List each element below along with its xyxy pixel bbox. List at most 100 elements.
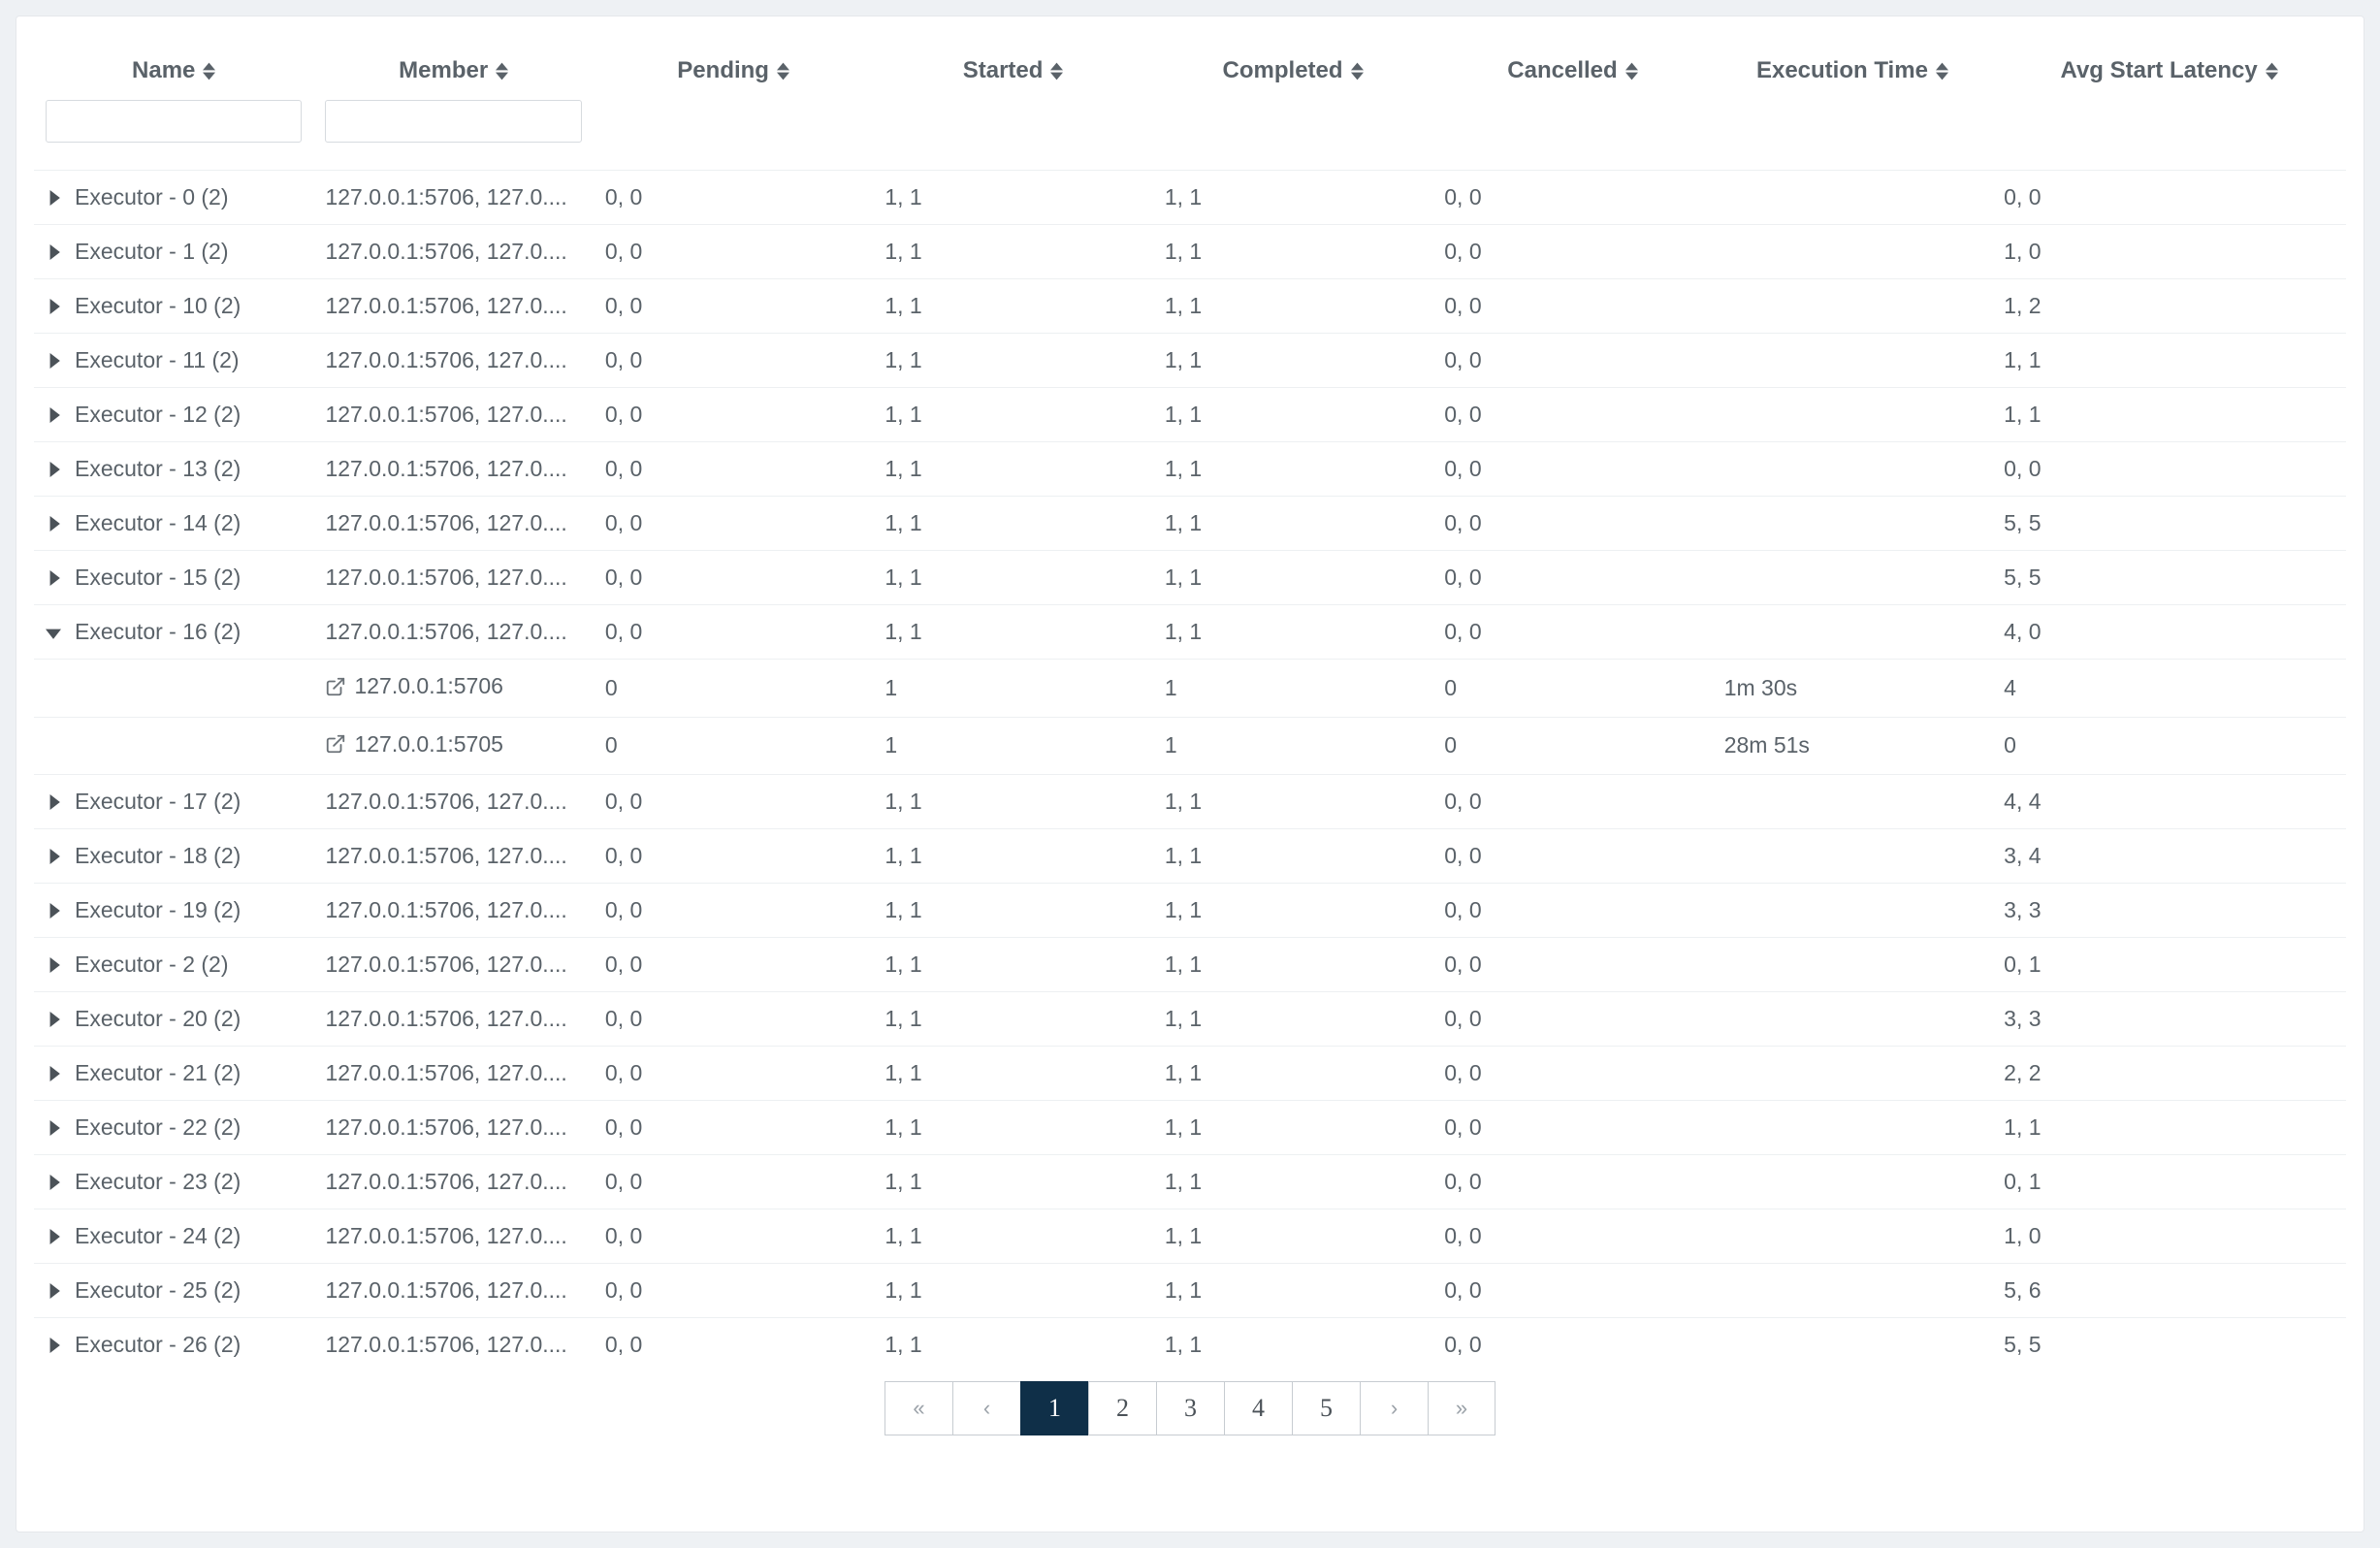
sort-icon bbox=[2266, 62, 2278, 81]
row-exec bbox=[1713, 1101, 1992, 1155]
row-member: 127.0.0.1:5706, 127.0.... bbox=[313, 1264, 593, 1318]
column-header-completed[interactable]: Completed bbox=[1153, 40, 1432, 94]
row-started: 1, 1 bbox=[873, 775, 1152, 829]
row-name: Executor - 22 (2) bbox=[75, 1114, 241, 1141]
row-latency: 3, 3 bbox=[1992, 992, 2346, 1047]
table-body: Executor - 0 (2)127.0.0.1:5706, 127.0...… bbox=[34, 171, 2346, 1372]
row-cancelled: 0, 0 bbox=[1432, 551, 1712, 605]
child-started: 1 bbox=[873, 660, 1152, 718]
row-started: 1, 1 bbox=[873, 1101, 1152, 1155]
row-cancelled: 0, 0 bbox=[1432, 829, 1712, 884]
column-header-member[interactable]: Member bbox=[313, 40, 593, 94]
caret-right-icon[interactable] bbox=[46, 849, 61, 864]
caret-right-icon[interactable] bbox=[46, 1283, 61, 1299]
column-header-pending[interactable]: Pending bbox=[594, 40, 873, 94]
table-row: Executor - 20 (2)127.0.0.1:5706, 127.0..… bbox=[34, 992, 2346, 1047]
member-link[interactable]: 127.0.0.1:5706 bbox=[325, 673, 502, 699]
row-latency: 1, 2 bbox=[1992, 279, 2346, 334]
row-pending: 0, 0 bbox=[594, 171, 873, 225]
table-row: Executor - 1 (2)127.0.0.1:5706, 127.0...… bbox=[34, 225, 2346, 279]
row-pending: 0, 0 bbox=[594, 938, 873, 992]
row-name: Executor - 21 (2) bbox=[75, 1060, 241, 1086]
table-row: Executor - 17 (2)127.0.0.1:5706, 127.0..… bbox=[34, 775, 2346, 829]
row-member: 127.0.0.1:5706, 127.0.... bbox=[313, 992, 593, 1047]
row-latency: 2, 2 bbox=[1992, 1047, 2346, 1101]
row-latency: 0, 1 bbox=[1992, 1155, 2346, 1209]
caret-right-icon[interactable] bbox=[46, 190, 61, 206]
column-header-exec[interactable]: Execution Time bbox=[1713, 40, 1992, 94]
caret-right-icon[interactable] bbox=[46, 570, 61, 586]
column-header-label: Name bbox=[132, 57, 195, 84]
external-link-icon bbox=[325, 733, 346, 755]
caret-right-icon[interactable] bbox=[46, 903, 61, 919]
caret-right-icon[interactable] bbox=[46, 407, 61, 423]
filter-input-name[interactable] bbox=[46, 100, 302, 143]
row-latency: 1, 1 bbox=[1992, 1101, 2346, 1155]
row-name: Executor - 17 (2) bbox=[75, 789, 241, 815]
page-prev-button[interactable]: ‹ bbox=[952, 1381, 1020, 1435]
column-header-name[interactable]: Name bbox=[34, 40, 313, 94]
row-started: 1, 1 bbox=[873, 605, 1152, 660]
caret-right-icon[interactable] bbox=[46, 244, 61, 260]
caret-right-icon[interactable] bbox=[46, 957, 61, 973]
caret-right-icon[interactable] bbox=[46, 1012, 61, 1027]
page-first-button[interactable]: « bbox=[884, 1381, 952, 1435]
row-cancelled: 0, 0 bbox=[1432, 1264, 1712, 1318]
row-cancelled: 0, 0 bbox=[1432, 171, 1712, 225]
caret-right-icon[interactable] bbox=[46, 299, 61, 314]
row-pending: 0, 0 bbox=[594, 334, 873, 388]
row-name: Executor - 25 (2) bbox=[75, 1277, 241, 1304]
child-cancelled: 0 bbox=[1432, 717, 1712, 775]
caret-right-icon[interactable] bbox=[46, 516, 61, 532]
caret-right-icon[interactable] bbox=[46, 1229, 61, 1244]
row-member: 127.0.0.1:5706, 127.0.... bbox=[313, 1047, 593, 1101]
sort-icon bbox=[1625, 62, 1638, 81]
row-started: 1, 1 bbox=[873, 938, 1152, 992]
table-row: Executor - 21 (2) 127.0.0.1:5706, 127.0..… bbox=[34, 1047, 2346, 1101]
column-header-latency[interactable]: Avg Start Latency bbox=[1992, 40, 2346, 94]
row-name: Executor - 11 (2) bbox=[75, 347, 240, 373]
row-member: 127.0.0.1:5706, 127.0.... bbox=[313, 938, 593, 992]
row-name: Executor - 12 (2) bbox=[75, 402, 241, 428]
row-completed: 1, 1 bbox=[1153, 605, 1432, 660]
row-latency: 1, 0 bbox=[1992, 1209, 2346, 1264]
column-header-started[interactable]: Started bbox=[873, 40, 1152, 94]
caret-right-icon[interactable] bbox=[46, 462, 61, 477]
row-completed: 1, 1 bbox=[1153, 442, 1432, 497]
page-last-button[interactable]: » bbox=[1428, 1381, 1496, 1435]
page-button-5[interactable]: 5 bbox=[1292, 1381, 1360, 1435]
caret-right-icon[interactable] bbox=[46, 1338, 61, 1353]
column-header-cancelled[interactable]: Cancelled bbox=[1432, 40, 1712, 94]
caret-right-icon[interactable] bbox=[46, 1175, 61, 1190]
caret-down-icon[interactable] bbox=[46, 625, 61, 640]
table-row: Executor - 0 (2)127.0.0.1:5706, 127.0...… bbox=[34, 171, 2346, 225]
table-row: Executor - 16 (2)127.0.0.1:5706, 127.0..… bbox=[34, 605, 2346, 660]
caret-right-icon[interactable] bbox=[46, 1066, 61, 1081]
table-row: Executor - 15 (2)127.0.0.1:5706, 127.0..… bbox=[34, 551, 2346, 605]
page-button-3[interactable]: 3 bbox=[1156, 1381, 1224, 1435]
row-cancelled: 0, 0 bbox=[1432, 1318, 1712, 1372]
table-row: Executor - 14 (2)127.0.0.1:5706, 127.0..… bbox=[34, 497, 2346, 551]
row-cancelled: 0, 0 bbox=[1432, 884, 1712, 938]
row-exec bbox=[1713, 551, 1992, 605]
caret-right-icon[interactable] bbox=[46, 794, 61, 810]
child-latency: 0 bbox=[1992, 717, 2346, 775]
row-pending: 0, 0 bbox=[594, 992, 873, 1047]
column-header-label: Member bbox=[399, 57, 488, 84]
page-next-button[interactable]: › bbox=[1360, 1381, 1428, 1435]
page-button-1[interactable]: 1 bbox=[1020, 1381, 1088, 1435]
caret-right-icon[interactable] bbox=[46, 1120, 61, 1136]
row-completed: 1, 1 bbox=[1153, 388, 1432, 442]
sort-icon bbox=[777, 62, 789, 81]
filter-input-member[interactable] bbox=[325, 100, 581, 143]
row-latency: 3, 3 bbox=[1992, 884, 2346, 938]
member-link[interactable]: 127.0.0.1:5705 bbox=[325, 731, 502, 758]
row-exec bbox=[1713, 1155, 1992, 1209]
child-latency: 4 bbox=[1992, 660, 2346, 718]
caret-right-icon[interactable] bbox=[46, 353, 61, 369]
page-button-2[interactable]: 2 bbox=[1088, 1381, 1156, 1435]
row-name: Executor - 26 (2) bbox=[75, 1332, 241, 1358]
row-completed: 1, 1 bbox=[1153, 225, 1432, 279]
table-row: Executor - 10 (2)127.0.0.1:5706, 127.0..… bbox=[34, 279, 2346, 334]
page-button-4[interactable]: 4 bbox=[1224, 1381, 1292, 1435]
